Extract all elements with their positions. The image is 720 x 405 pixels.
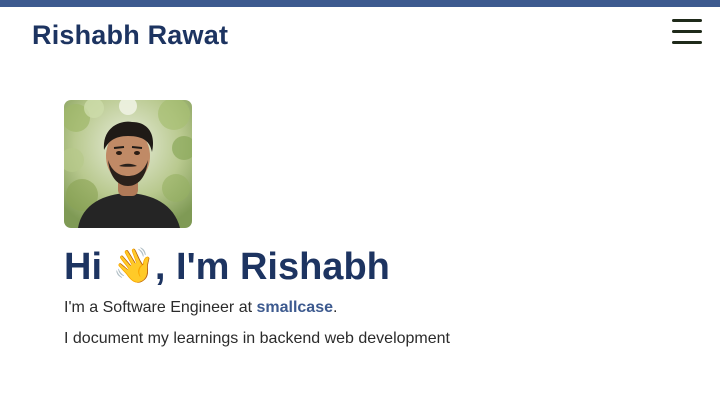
tagline: I document my learnings in backend web d…	[64, 330, 450, 347]
intro-prefix: I'm a Software Engineer at	[64, 299, 257, 316]
profile-photo	[64, 100, 192, 228]
greeting-text-end: , I'm Rishabh	[154, 246, 390, 288]
intro-suffix: .	[333, 299, 338, 316]
portrait-image	[64, 100, 192, 228]
waving-hand-icon: 👋	[112, 246, 155, 286]
greeting-heading: Hi 👋, I'm Rishabh	[64, 242, 390, 291]
menu-button[interactable]	[670, 18, 704, 46]
greeting-text-start: Hi	[64, 246, 113, 288]
top-accent-bar	[0, 0, 720, 7]
intro-line: I'm a Software Engineer at smallcase.	[64, 299, 337, 317]
company-link[interactable]: smallcase	[256, 299, 333, 316]
site-title-link[interactable]: Rishabh Rawat	[32, 20, 228, 51]
